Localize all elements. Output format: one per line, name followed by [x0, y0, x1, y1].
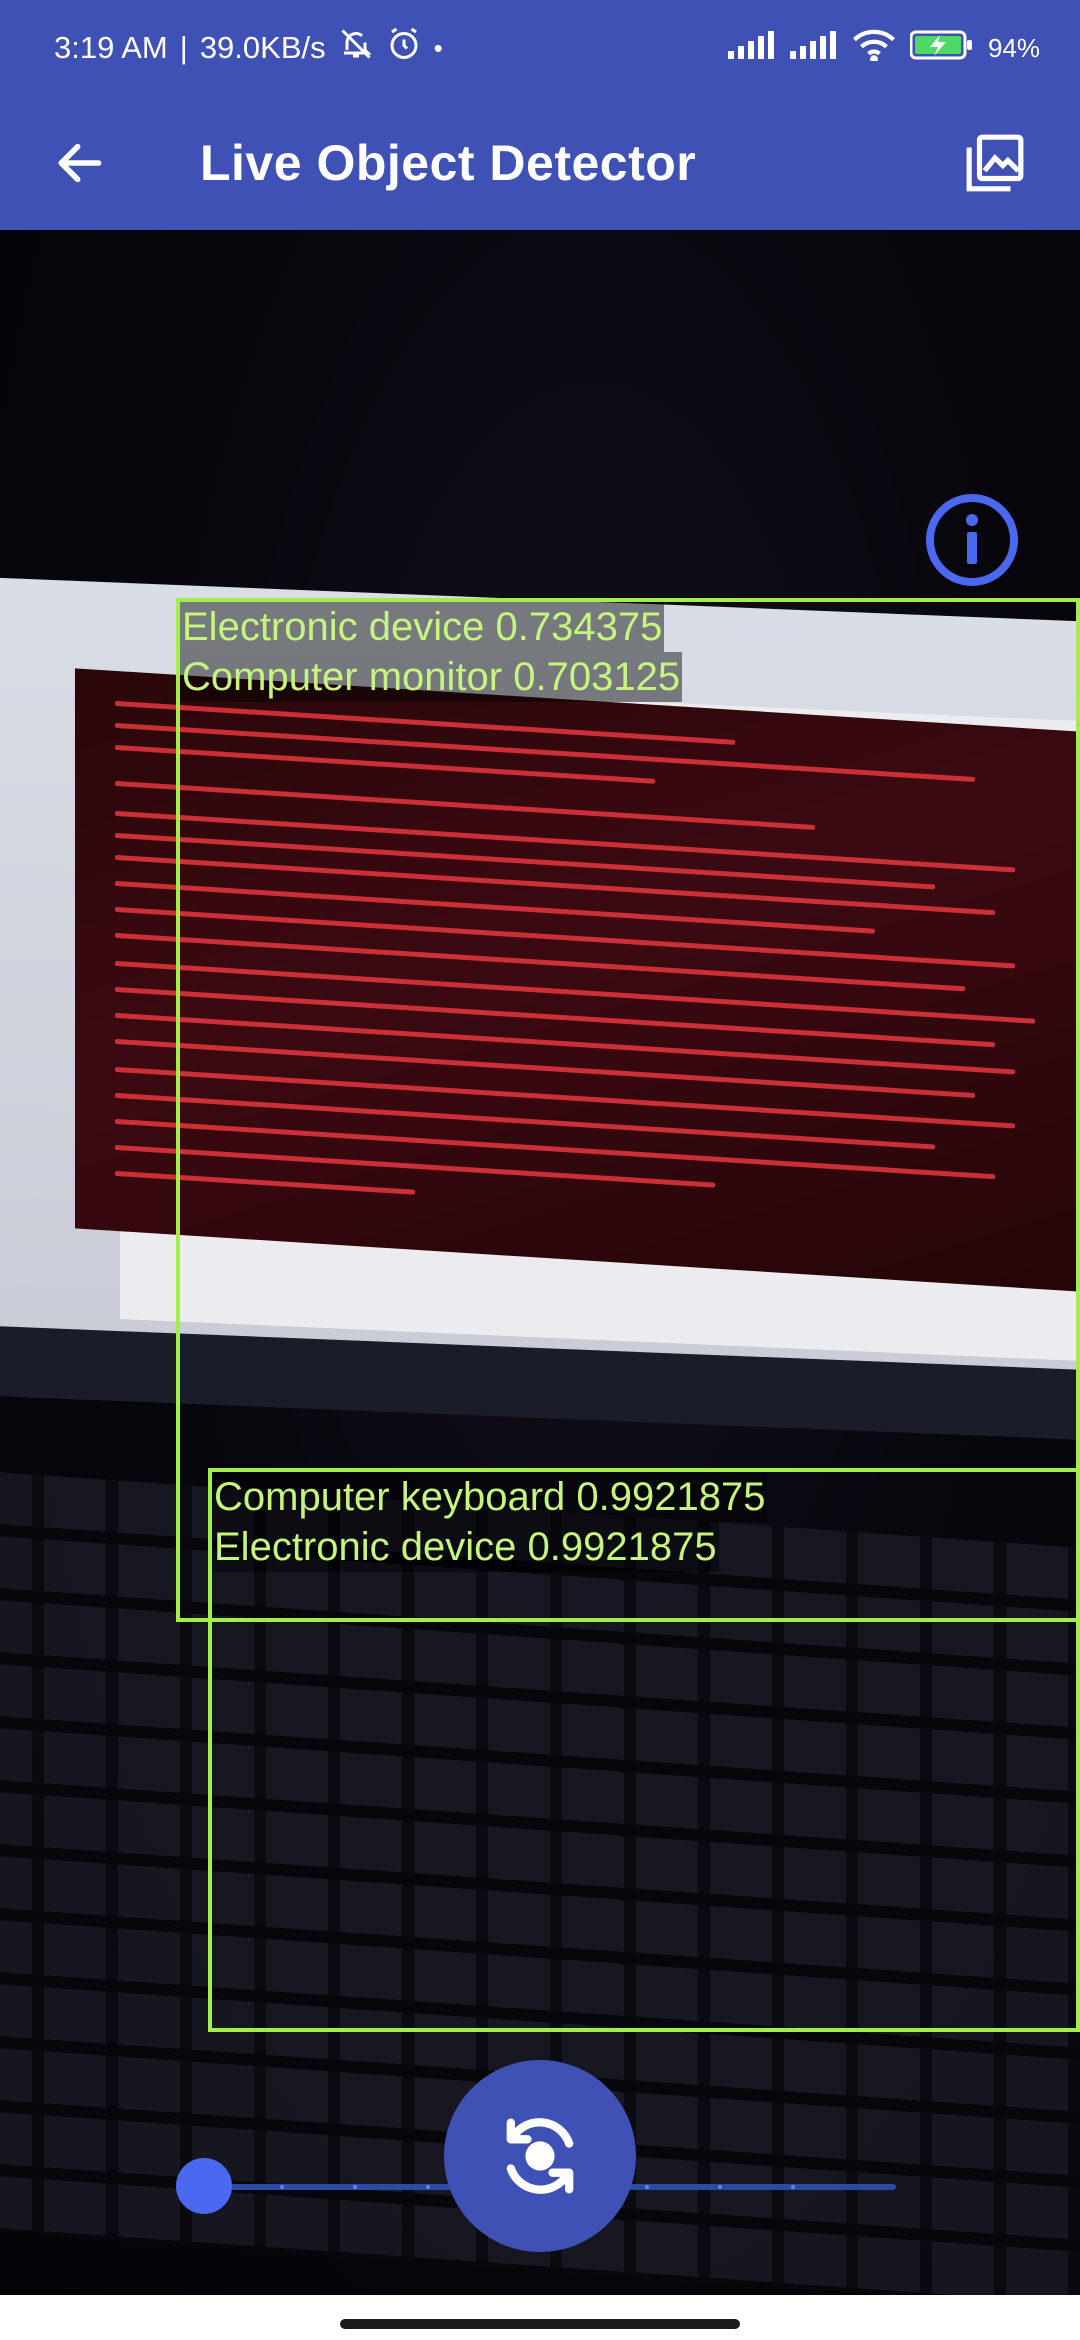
dot-icon: • [433, 32, 443, 63]
signal-icon [727, 30, 776, 66]
zoom-slider-tick [353, 2185, 357, 2189]
gallery-button[interactable] [950, 118, 1040, 208]
battery-charging-icon [909, 29, 974, 68]
detection-label: Electronic device 0.9921875 [212, 1522, 719, 1572]
gallery-icon [966, 134, 1024, 192]
detection-labels: Computer keyboard 0.9921875 Electronic d… [212, 1472, 768, 1572]
signal-icon [789, 30, 838, 66]
arrow-back-icon [58, 143, 102, 183]
back-button[interactable] [40, 123, 120, 203]
camera-preview: Electronic device 0.734375 Computer moni… [0, 230, 1080, 2295]
page-title: Live Object Detector [200, 135, 697, 191]
zoom-slider-tick [718, 2185, 722, 2189]
wifi-icon [852, 29, 896, 68]
switch-camera-button[interactable] [444, 2060, 636, 2252]
detection-label: Electronic device 0.734375 [180, 602, 665, 652]
status-time: 3:19 AM [54, 30, 168, 65]
status-right: 94% [727, 28, 1040, 68]
status-left: 3:19 AM | 39.0KB/s • [54, 26, 443, 70]
status-separator: | [179, 30, 188, 65]
app-bar: Live Object Detector [0, 96, 1080, 230]
home-indicator[interactable] [340, 2319, 740, 2329]
navigation-bar [0, 2295, 1080, 2340]
mute-icon [338, 26, 374, 70]
detection-label: Computer monitor 0.703125 [180, 652, 683, 702]
zoom-slider-thumb[interactable] [176, 2158, 232, 2214]
detection-label: Computer keyboard 0.9921875 [212, 1472, 768, 1522]
detection-labels: Electronic device 0.734375 Computer moni… [180, 602, 683, 702]
battery-percent: 94% [987, 32, 1040, 63]
zoom-slider-tick [280, 2185, 284, 2189]
network-speed: 39.0KB/s [199, 30, 326, 65]
zoom-slider-tick [645, 2185, 649, 2189]
detection-box-keyboard: Computer keyboard 0.9921875 Electronic d… [208, 1468, 1080, 2032]
zoom-slider-tick [426, 2185, 430, 2189]
status-bar: 3:19 AM | 39.0KB/s • 94% [0, 0, 1080, 96]
alarm-icon [386, 26, 422, 70]
info-button[interactable] [924, 492, 1020, 588]
info-icon [926, 494, 1018, 586]
zoom-slider-tick [791, 2185, 795, 2189]
switch-camera-icon [506, 2118, 574, 2194]
